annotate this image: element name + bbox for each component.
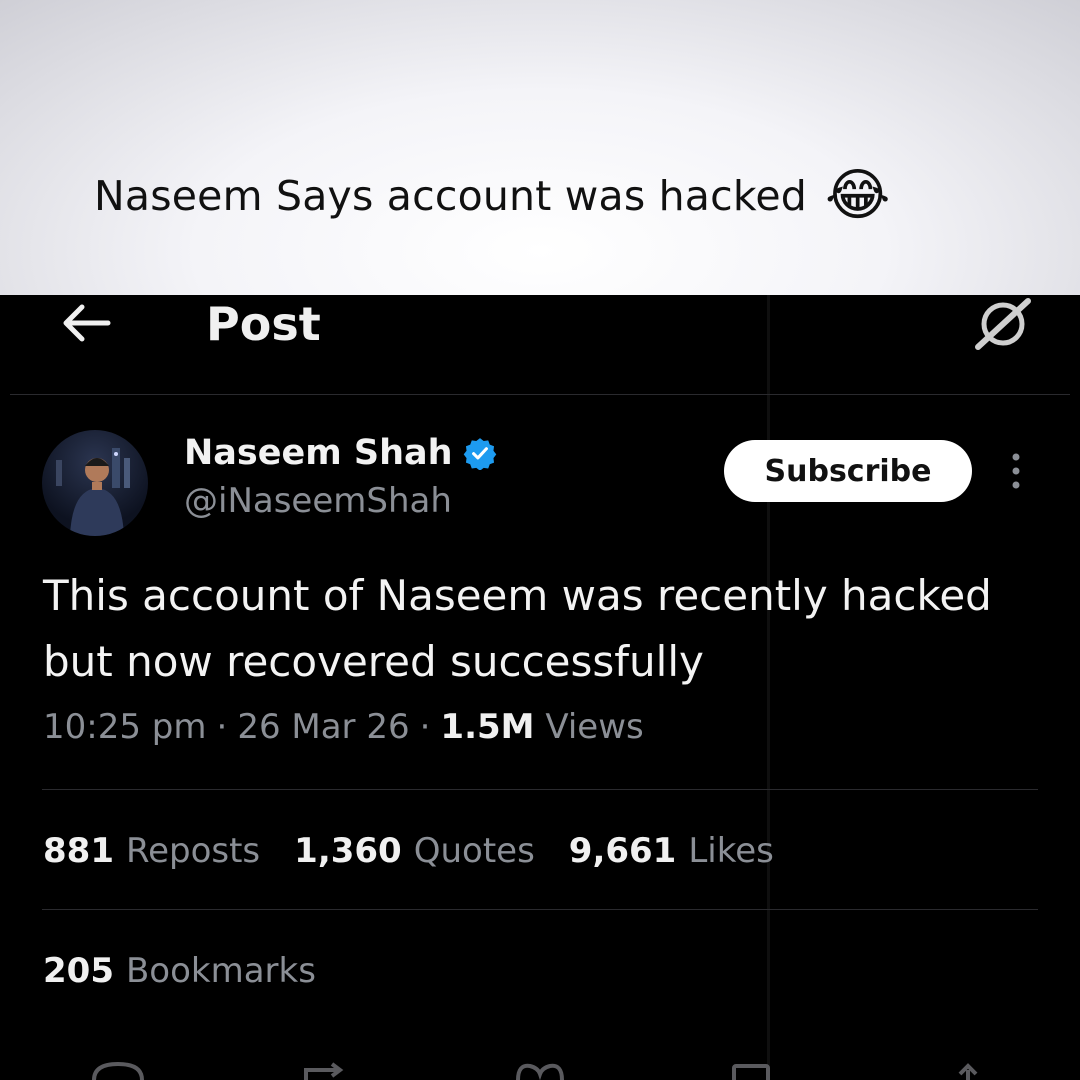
likes-stat[interactable]: 9,661 Likes [569, 831, 774, 871]
caption-text: Naseem Says account was hacked [94, 172, 807, 220]
bookmarks-count: 205 [43, 951, 114, 991]
views-label: Views [545, 707, 644, 747]
quotes-label: Quotes [413, 831, 535, 871]
likes-label: Likes [688, 831, 774, 871]
likes-count: 9,661 [568, 831, 677, 871]
bookmarks-label: Bookmarks [125, 951, 316, 991]
reposts-stat[interactable]: 881 Reposts [43, 831, 260, 871]
quotes-stat[interactable]: 1,360 Quotes [294, 831, 535, 871]
reply-icon[interactable] [88, 1060, 148, 1080]
engagement-stats: 881 Reposts 1,360 Quotes 9,661 Likes [43, 831, 774, 871]
bookmark-icon[interactable] [722, 1060, 782, 1080]
post-time: 10:25 pm [43, 707, 207, 747]
reposts-label: Reposts [125, 831, 261, 871]
verified-badge-icon [463, 438, 496, 470]
action-bar [0, 1060, 1080, 1080]
grok-icon[interactable] [972, 297, 1034, 351]
quotes-count: 1,360 [294, 831, 402, 871]
laughing-emoji-icon: 😂 [825, 163, 891, 228]
avatar-photo-icon [56, 448, 130, 536]
bookmarks-stat[interactable]: 205 Bookmarks [43, 951, 316, 991]
post-screen: Post Naseem Shah @iNaseemShah Subscribe [0, 295, 1080, 1080]
meta-separator: · [419, 707, 431, 747]
author-name-row[interactable]: Naseem Shah [184, 433, 497, 473]
avatar[interactable] [42, 430, 148, 536]
top-bar-divider [10, 394, 1070, 395]
more-options-icon[interactable] [1006, 451, 1026, 491]
reposts-count: 881 [43, 831, 114, 871]
author-name[interactable]: Naseem Shah [184, 433, 453, 473]
divider [42, 909, 1038, 910]
page-title: Post [206, 297, 321, 351]
share-icon[interactable] [940, 1060, 1000, 1080]
views-count: 1.5M [440, 707, 535, 747]
divider [42, 789, 1038, 790]
post-meta: 10:25 pm · 26 Mar 26 · 1.5M Views [43, 707, 644, 747]
repost-icon[interactable] [298, 1060, 358, 1080]
post-text: This account of Naseem was recently hack… [43, 571, 992, 686]
subscribe-button[interactable]: Subscribe [724, 440, 972, 502]
meta-separator: · [216, 707, 228, 747]
post-date: 26 Mar 26 [237, 707, 410, 747]
caption-band: Naseem Says account was hacked 😂 [0, 0, 1080, 295]
like-icon[interactable] [510, 1060, 570, 1080]
top-bar: Post [0, 295, 1080, 395]
author-handle[interactable]: @iNaseemShah [184, 481, 452, 521]
arrow-left-icon[interactable] [60, 301, 112, 345]
caption: Naseem Says account was hacked 😂 [94, 168, 891, 224]
